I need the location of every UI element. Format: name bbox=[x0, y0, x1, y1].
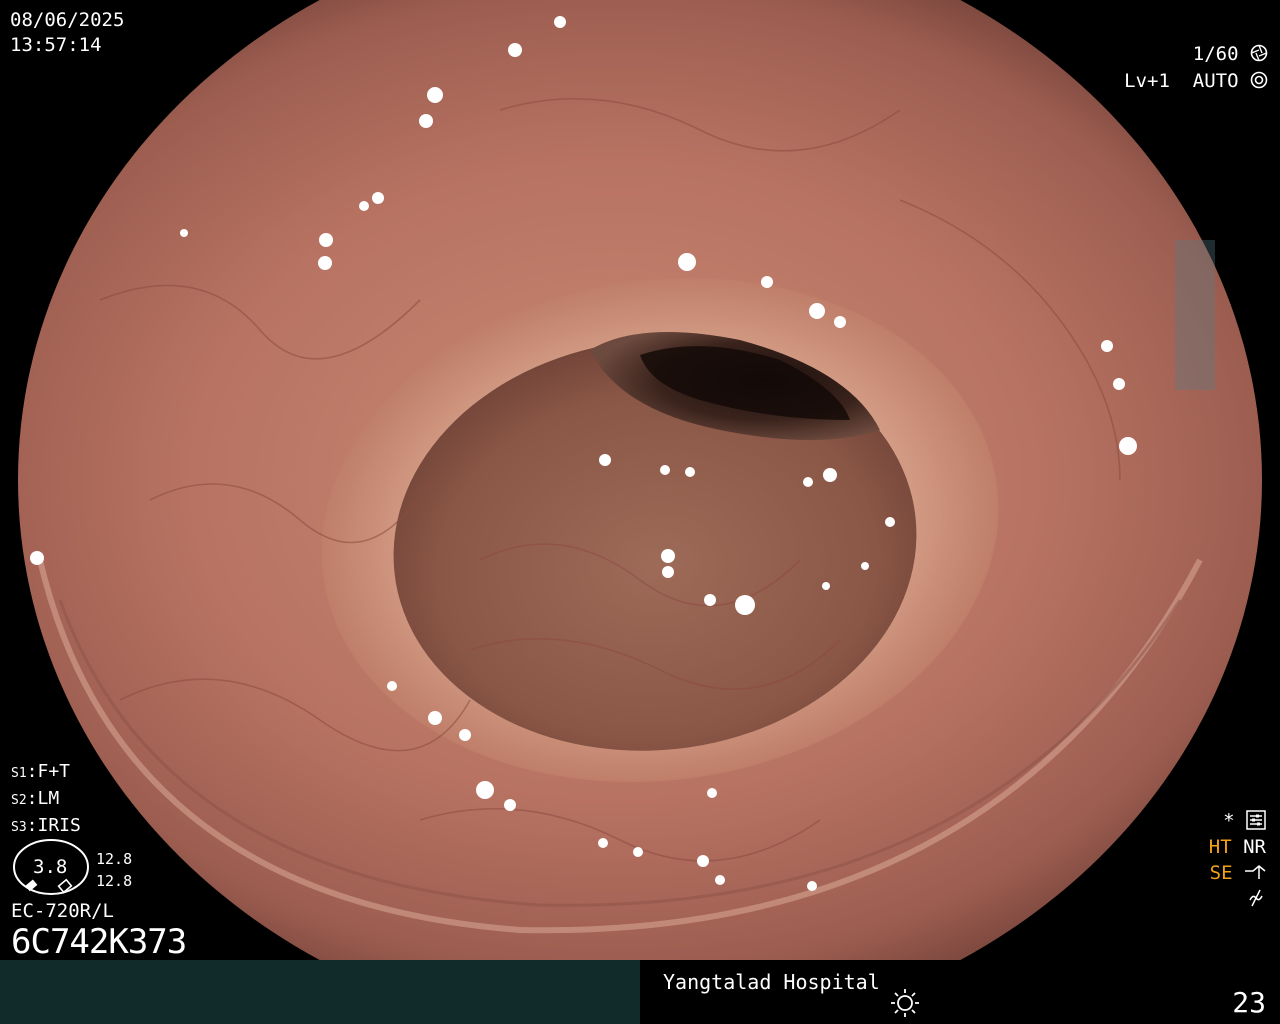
gauge-side-top: 12.8 bbox=[96, 850, 133, 868]
shutter-speed: 1/60 bbox=[1192, 43, 1239, 65]
light-level: Lv+1 bbox=[1124, 70, 1170, 92]
curve-icon bbox=[1245, 865, 1266, 879]
camera-info: 1/60 Lv+1 AUTO bbox=[1124, 41, 1268, 95]
star-indicator: * bbox=[1223, 810, 1235, 832]
gauge-side-bottom: 12.8 bbox=[96, 872, 133, 890]
date-text: 08/06/2025 bbox=[10, 9, 125, 31]
setting-key: S3 bbox=[11, 820, 27, 835]
auto-iris-icon bbox=[1250, 71, 1268, 89]
gauge-side-values: 12.8 12.8 bbox=[96, 848, 132, 892]
datetime-display: 08/06/2025 13:57:14 bbox=[10, 8, 124, 58]
setting-value: LM bbox=[37, 788, 60, 809]
setting-value: IRIS bbox=[37, 815, 81, 836]
time-text: 13:57:14 bbox=[10, 34, 102, 56]
setting-row: S2:LM bbox=[11, 788, 60, 809]
processing-indicators: * HT NR SE bbox=[1209, 808, 1266, 912]
light-icon bbox=[891, 989, 919, 1017]
endoscope-image bbox=[0, 0, 1280, 960]
scope-serial: 6C742K373 bbox=[11, 922, 187, 962]
no-freq-icon bbox=[1249, 889, 1263, 907]
setting-key: S2 bbox=[11, 793, 27, 808]
indicator-row-3: SE bbox=[1209, 860, 1266, 886]
switch-settings: S1:F+T S2:LM S3:IRIS bbox=[11, 759, 81, 840]
indicator-row-2: HT NR bbox=[1209, 834, 1266, 860]
shutter-icon bbox=[1250, 44, 1268, 62]
exposure-row: Lv+1 AUTO bbox=[1124, 68, 1268, 95]
ht-indicator: HT bbox=[1208, 836, 1232, 858]
scope-model: EC-720R/L bbox=[11, 900, 114, 922]
exposure-mode: AUTO bbox=[1192, 70, 1239, 92]
setting-row: S1:F+T bbox=[11, 761, 71, 782]
hospital-name: Yangtalad Hospital bbox=[663, 970, 880, 994]
nr-indicator: NR bbox=[1243, 836, 1266, 858]
settings-icon bbox=[1246, 810, 1266, 830]
shutter-row: 1/60 bbox=[1124, 41, 1268, 68]
page-number: 23 bbox=[1232, 986, 1266, 1019]
setting-value: F+T bbox=[37, 761, 71, 782]
se-indicator: SE bbox=[1209, 862, 1233, 884]
gauge-value: 3.8 bbox=[33, 856, 68, 878]
footer-left-bar bbox=[0, 960, 640, 1024]
indicator-row-1: * bbox=[1209, 808, 1266, 834]
setting-row: S3:IRIS bbox=[11, 815, 81, 836]
setting-key: S1 bbox=[11, 766, 27, 781]
indicator-row-4 bbox=[1209, 886, 1266, 912]
